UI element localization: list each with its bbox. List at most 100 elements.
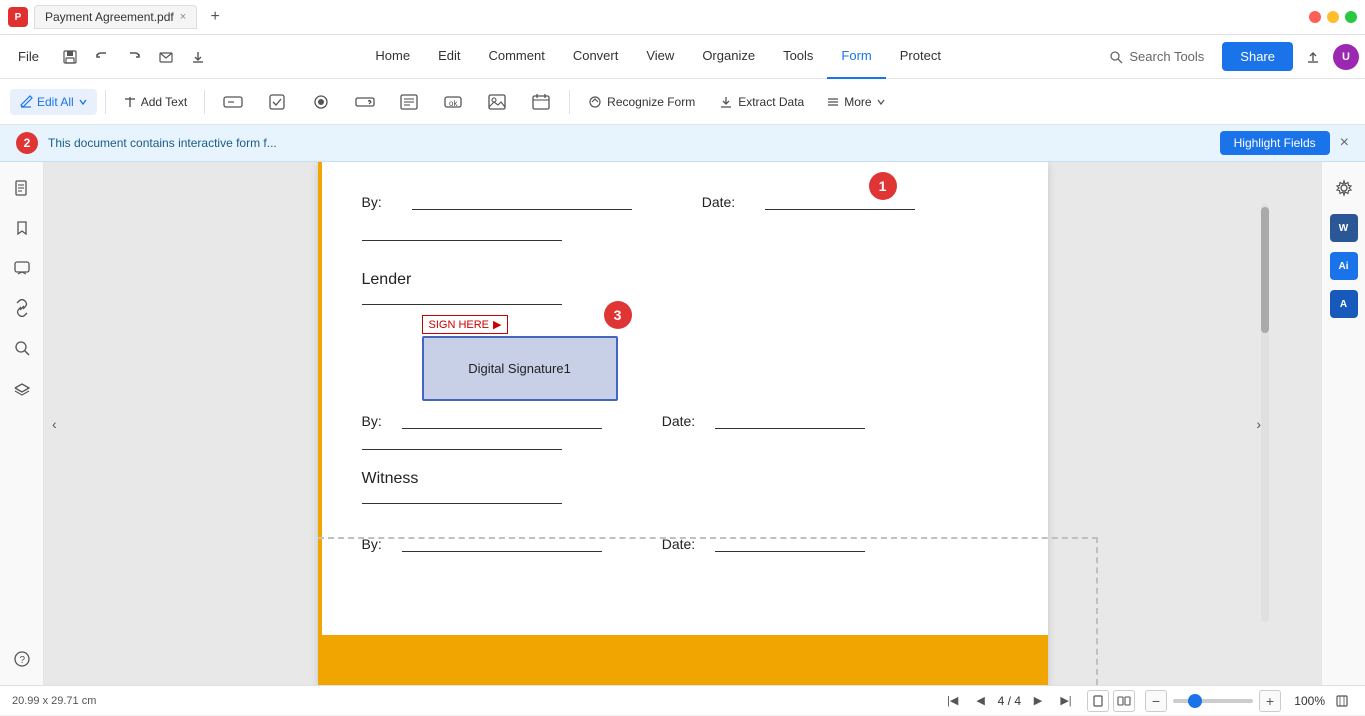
last-page-button[interactable]: ▶| [1055,690,1077,712]
date-label-2: Date: [662,413,695,429]
sig-line-witness [362,503,562,504]
sidebar-link-icon[interactable] [6,292,38,324]
text-field-button[interactable] [213,85,253,119]
zoom-controls: − + 100% [1145,690,1353,712]
document-tab[interactable]: Payment Agreement.pdf × [34,5,197,29]
by-field-1[interactable] [412,192,632,210]
undo-button[interactable] [87,42,117,72]
orange-bottom-bar [322,635,1048,685]
nav-comment[interactable]: Comment [474,35,558,79]
right-sidebar: W Ai A [1321,162,1365,685]
zoom-in-button[interactable]: + [1259,690,1281,712]
more-button[interactable]: More [818,90,893,114]
redo-button[interactable] [119,42,149,72]
radio-icon [310,91,332,113]
ok-field-icon: ok [442,91,464,113]
radio-button[interactable] [301,85,341,119]
multi-page-view-button[interactable] [1113,690,1135,712]
window-minimize-button[interactable] [1327,11,1339,23]
witness-label: Witness [362,470,1008,488]
text-field-icon [222,91,244,113]
lender-by-date-row: By: Date: [362,411,1008,429]
search-tools-button[interactable]: Search Tools [1099,45,1214,68]
word-plugin-icon-2[interactable]: A [1330,290,1358,318]
sig-line-top [362,240,562,241]
nav-view[interactable]: View [632,35,688,79]
highlight-fields-button[interactable]: Highlight Fields [1220,131,1330,155]
by-field-2[interactable] [402,411,602,429]
page-nav-left-arrow[interactable]: ‹ [52,416,57,432]
nav-organize[interactable]: Organize [688,35,769,79]
sig-line-lender [362,304,562,305]
new-tab-button[interactable]: + [203,5,227,29]
dropdown-button[interactable] [345,85,385,119]
first-page-button[interactable]: |◀ [942,690,964,712]
ok-button-field[interactable]: ok [433,85,473,119]
checkbox-button[interactable] [257,85,297,119]
ai-plugin-icon[interactable]: Ai [1330,252,1358,280]
next-page-button[interactable]: ▶ [1027,690,1049,712]
digital-signature-container[interactable]: 3 SIGN HERE ▶ Digital Signature1 [422,315,618,401]
witness-section: Witness By: Date: [362,470,1008,552]
page-content: By: Date: Lender [322,162,1048,572]
sidebar-help-icon[interactable]: ? [6,643,38,675]
dropdown-icon [354,91,376,113]
date-field-2[interactable] [715,411,865,429]
window-controls [1309,11,1357,23]
window-close-button[interactable] [1309,11,1321,23]
title-bar: P Payment Agreement.pdf × + [0,0,1365,35]
user-avatar-purple[interactable]: U [1333,44,1359,70]
save-button[interactable] [55,42,85,72]
page-indicator: 4 / 4 [998,694,1021,708]
fit-page-button[interactable] [1331,690,1353,712]
recognize-form-button[interactable]: Recognize Form [578,90,705,114]
sidebar-bookmark-icon[interactable] [6,212,38,244]
view-mode-buttons [1087,690,1135,712]
notification-text: This document contains interactive form … [48,136,277,150]
word-plugin-icon[interactable]: W [1330,214,1358,242]
nav-home[interactable]: Home [361,35,424,79]
digital-signature-box[interactable]: Digital Signature1 [422,336,618,401]
single-page-view-button[interactable] [1087,690,1109,712]
sidebar-search-icon[interactable] [6,332,38,364]
tab-close-icon[interactable]: × [180,11,186,23]
tab-title: Payment Agreement.pdf [45,10,174,24]
settings-icon[interactable] [1328,172,1360,204]
sidebar-layers-icon[interactable] [6,372,38,404]
step-3-badge: 3 [604,301,632,329]
step-1-badge: 1 [869,172,897,200]
share-email-button[interactable] [151,42,181,72]
notification-bar: 2 This document contains interactive for… [0,125,1365,162]
window-maximize-button[interactable] [1345,11,1357,23]
document-dimensions: 20.99 x 29.71 cm [12,695,96,707]
nav-tools[interactable]: Tools [769,35,827,79]
extract-data-button[interactable]: Extract Data [709,90,814,114]
edit-all-button[interactable]: Edit All [10,89,97,115]
nav-form[interactable]: Form [827,35,885,79]
add-text-button[interactable]: Add Text [114,89,196,115]
download-button[interactable] [183,42,213,72]
share-button[interactable]: Share [1222,42,1293,71]
sidebar-pages-icon[interactable] [6,172,38,204]
file-menu[interactable]: File [6,43,51,70]
nav-convert[interactable]: Convert [559,35,633,79]
document-page: By: Date: Lender [318,162,1048,685]
nav-protect[interactable]: Protect [886,35,955,79]
scrollbar-track[interactable] [1261,204,1269,622]
sidebar-comment-icon[interactable] [6,252,38,284]
nav-edit[interactable]: Edit [424,35,474,79]
date-field-icon [530,91,552,113]
zoom-out-button[interactable]: − [1145,690,1167,712]
upload-icon[interactable] [1299,43,1327,71]
notification-close-button[interactable]: × [1340,134,1349,152]
listbox-button[interactable] [389,85,429,119]
title-bar-left: P Payment Agreement.pdf × + [8,5,227,29]
scrollbar-thumb[interactable] [1261,207,1269,333]
image-field-button[interactable] [477,85,517,119]
header-right-icons: U [1299,43,1359,71]
zoom-slider[interactable] [1173,699,1253,703]
prev-page-button[interactable]: ◀ [970,690,992,712]
date-field-button[interactable] [521,85,561,119]
listbox-icon [398,91,420,113]
page-nav-right-arrow[interactable]: › [1256,416,1261,432]
